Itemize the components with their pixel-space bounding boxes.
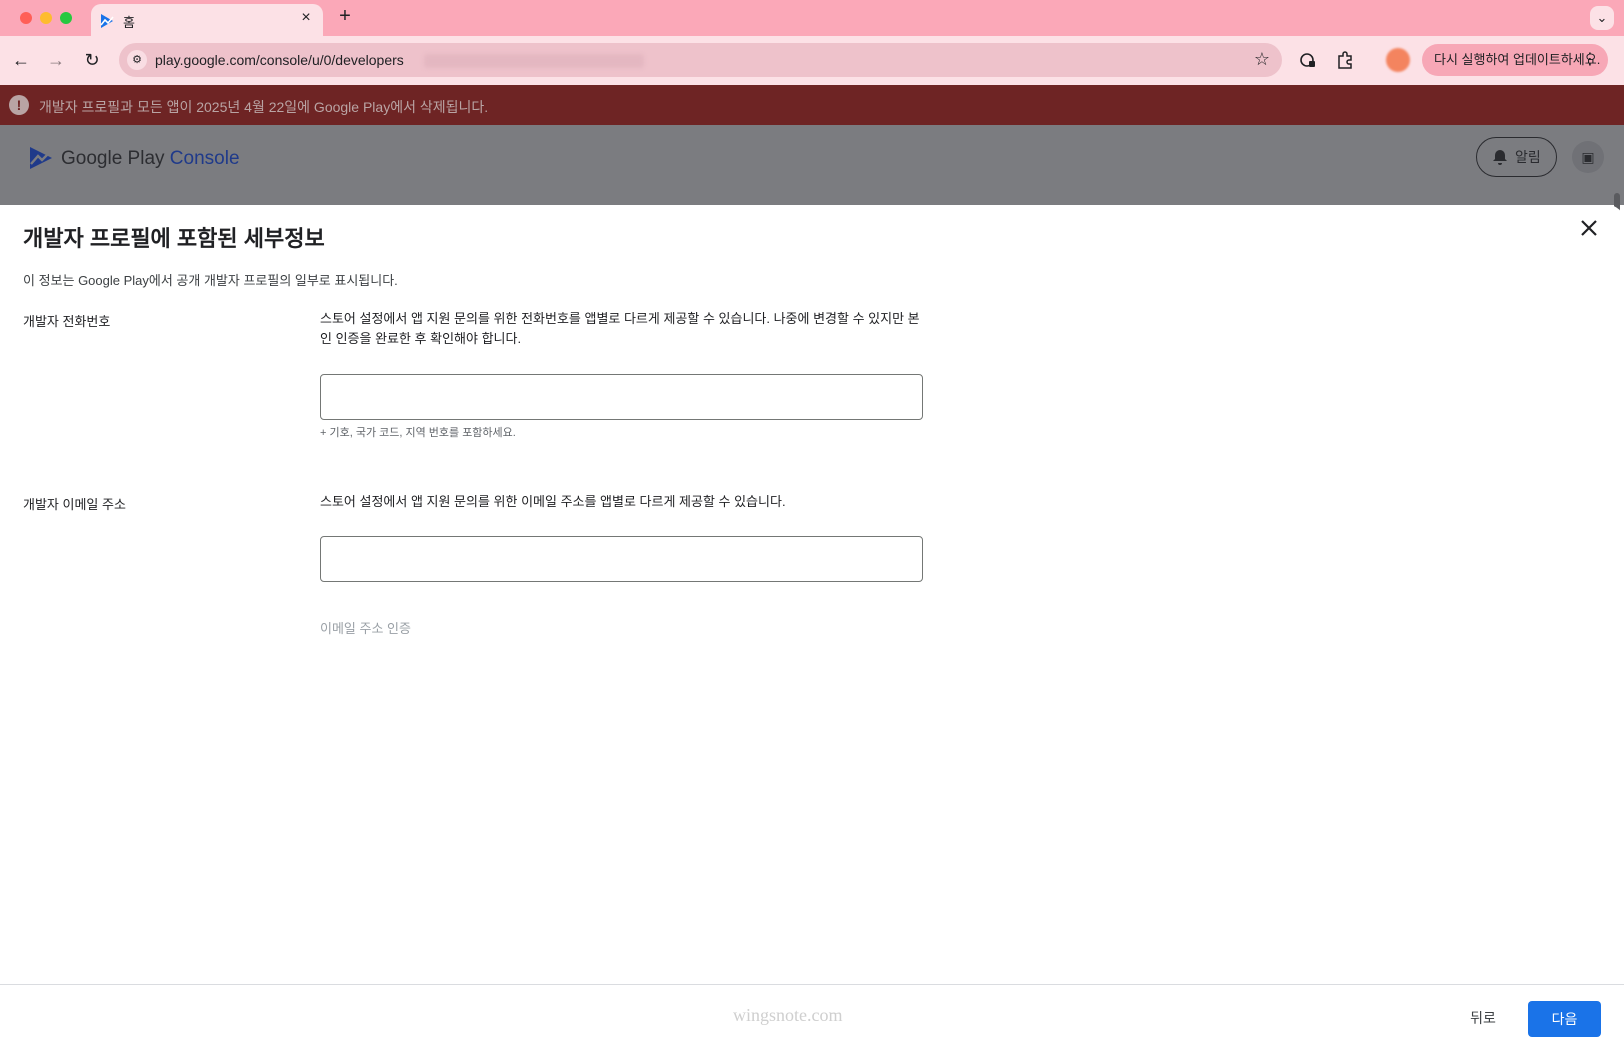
warning-icon: !: [9, 95, 29, 115]
update-label: 다시 실행하여 업데이트하세요.: [1434, 52, 1601, 67]
window-minimize-button[interactable]: [40, 12, 52, 24]
site-info-icon[interactable]: ⚙: [127, 50, 147, 70]
tab-title: 홈: [123, 15, 135, 30]
notifications-label: 알림: [1515, 149, 1541, 165]
brand-console: Console: [169, 148, 240, 169]
browser-tab-strip: 홈 × + ⌄: [0, 0, 1624, 36]
email-description: 스토어 설정에서 앱 지원 문의를 위한 이메일 주소를 앱별로 다르게 제공할…: [320, 494, 786, 509]
star-icon[interactable]: ☆: [1254, 49, 1270, 70]
notifications-button[interactable]: 알림: [1476, 137, 1557, 177]
play-console-icon: [100, 14, 114, 28]
phone-helper-text: + 기호, 국가 코드, 지역 번호를 포함하세요.: [320, 427, 516, 439]
back-button[interactable]: 뒤로: [1458, 1001, 1508, 1035]
watermark: wingsnote.com: [733, 1005, 843, 1025]
tab-close-icon[interactable]: ×: [297, 9, 315, 27]
forward-icon[interactable]: →: [44, 48, 68, 72]
brand-google-play: Google Play: [61, 148, 165, 169]
tab-search-button[interactable]: ⌄: [1590, 6, 1614, 30]
phone-label: 개발자 전화번호: [23, 314, 111, 329]
email-label: 개발자 이메일 주소: [23, 497, 126, 512]
update-button[interactable]: 다시 실행하여 업데이트하세요. ⋮: [1422, 44, 1608, 76]
console-brand: Google Play Console: [61, 148, 240, 170]
back-icon[interactable]: ←: [9, 48, 33, 72]
url-redacted: [424, 54, 644, 68]
help-icon[interactable]: ▣: [1572, 141, 1604, 173]
phone-description: 스토어 설정에서 앱 지원 문의를 위한 전화번호를 앱별로 다르게 제공할 수…: [320, 311, 920, 346]
browser-tab-active[interactable]: 홈 ×: [91, 4, 323, 36]
phone-input[interactable]: [320, 374, 923, 420]
new-tab-button[interactable]: +: [335, 5, 355, 28]
window-zoom-button[interactable]: [60, 12, 72, 24]
verify-email-button[interactable]: 이메일 주소 인증: [320, 618, 411, 637]
dialog-title: 개발자 프로필에 포함된 세부정보: [23, 226, 325, 251]
dialog-footer: wingsnote.com 뒤로 다음: [0, 984, 1624, 1052]
play-console-icon: [30, 147, 52, 169]
deletion-warning-banner: ! 개발자 프로필과 모든 앱이 2025년 4월 22일에 Google Pl…: [0, 85, 1624, 125]
close-icon[interactable]: [1576, 215, 1602, 241]
developer-profile-dialog: 개발자 프로필에 포함된 세부정보 이 정보는 Google Play에서 공개…: [0, 205, 1624, 1052]
url-text[interactable]: play.google.com/console/u/0/developers: [155, 52, 404, 68]
window-close-button[interactable]: [20, 12, 32, 24]
console-header: Google Play Console 알림 ▣: [0, 125, 1624, 205]
address-bar[interactable]: ⚙ play.google.com/console/u/0/developers…: [119, 43, 1282, 77]
extensions-icon[interactable]: [1334, 49, 1356, 71]
bell-icon: [1493, 150, 1507, 165]
dialog-subtitle: 이 정보는 Google Play에서 공개 개발자 프로필의 일부로 표시됩니…: [23, 273, 398, 288]
password-manager-icon[interactable]: [1297, 49, 1319, 71]
email-input[interactable]: [320, 536, 923, 582]
reload-icon[interactable]: ↻: [80, 48, 104, 72]
banner-text: 개발자 프로필과 모든 앱이 2025년 4월 22일에 Google Play…: [39, 99, 489, 115]
next-button[interactable]: 다음: [1528, 1001, 1601, 1037]
more-menu-icon[interactable]: ⋮: [1582, 44, 1598, 76]
browser-toolbar: ← → ↻ ⚙ play.google.com/console/u/0/deve…: [0, 36, 1624, 85]
profile-avatar[interactable]: [1386, 48, 1410, 72]
